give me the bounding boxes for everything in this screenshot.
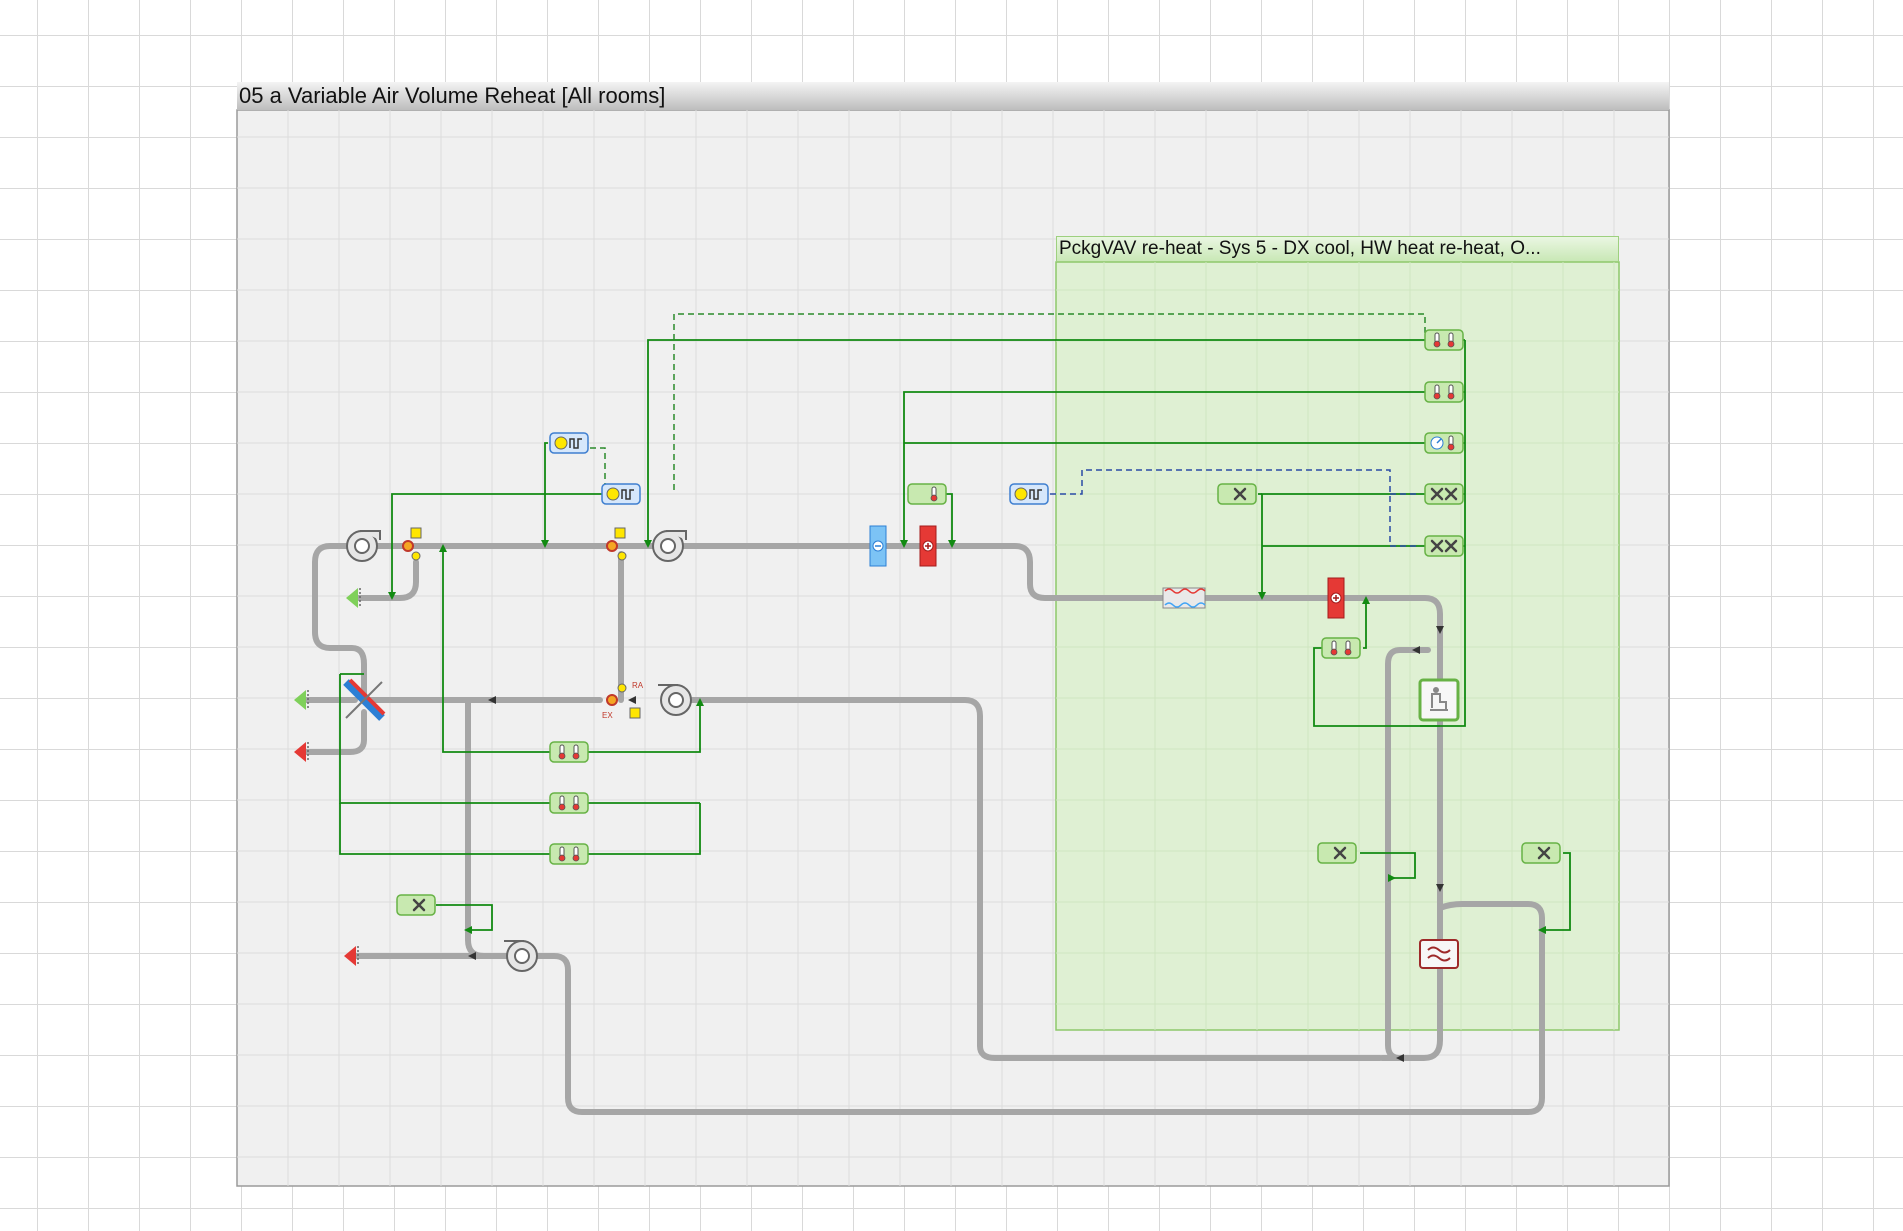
group-title[interactable]: PckgVAV re-heat - Sys 5 - DX cool, HW he…: [1056, 236, 1619, 262]
thermometer-icon[interactable]: [549, 843, 589, 865]
room-icon[interactable]: [1418, 678, 1460, 722]
fan-controller-icon[interactable]: [1424, 432, 1464, 454]
thermometer-icon[interactable]: [549, 792, 589, 814]
thermometer-icon[interactable]: [1424, 329, 1464, 351]
canvas-title: 05 a Variable Air Volume Reheat [All roo…: [237, 82, 1669, 110]
timer-icon[interactable]: [549, 432, 589, 454]
heating-coil-icon[interactable]: [1327, 577, 1345, 619]
cooling-coil-icon[interactable]: [869, 525, 887, 567]
hvac-diagram: RA EX: [236, 109, 1670, 1187]
timer-icon[interactable]: [1009, 483, 1049, 505]
radiator-icon[interactable]: [1419, 939, 1459, 969]
fan-controller-icon[interactable]: [1424, 483, 1464, 505]
heating-coil-icon[interactable]: [919, 525, 937, 567]
exhaust-air-label: EX: [602, 711, 613, 720]
thermometer-icon[interactable]: [1321, 637, 1361, 659]
thermometer-icon[interactable]: [1424, 381, 1464, 403]
relief-air-label: RA: [632, 681, 644, 690]
thermometer-icon[interactable]: [907, 483, 947, 505]
fan-controller-icon[interactable]: [396, 894, 436, 916]
fan-controller-icon[interactable]: [1521, 842, 1561, 864]
timer-icon[interactable]: [601, 483, 641, 505]
fan-controller-icon[interactable]: [1424, 535, 1464, 557]
fan-controller-icon[interactable]: [1317, 842, 1357, 864]
humidifier-icon[interactable]: [1162, 587, 1206, 609]
fan-controller-icon[interactable]: [1217, 483, 1257, 505]
thermometer-icon[interactable]: [549, 741, 589, 763]
